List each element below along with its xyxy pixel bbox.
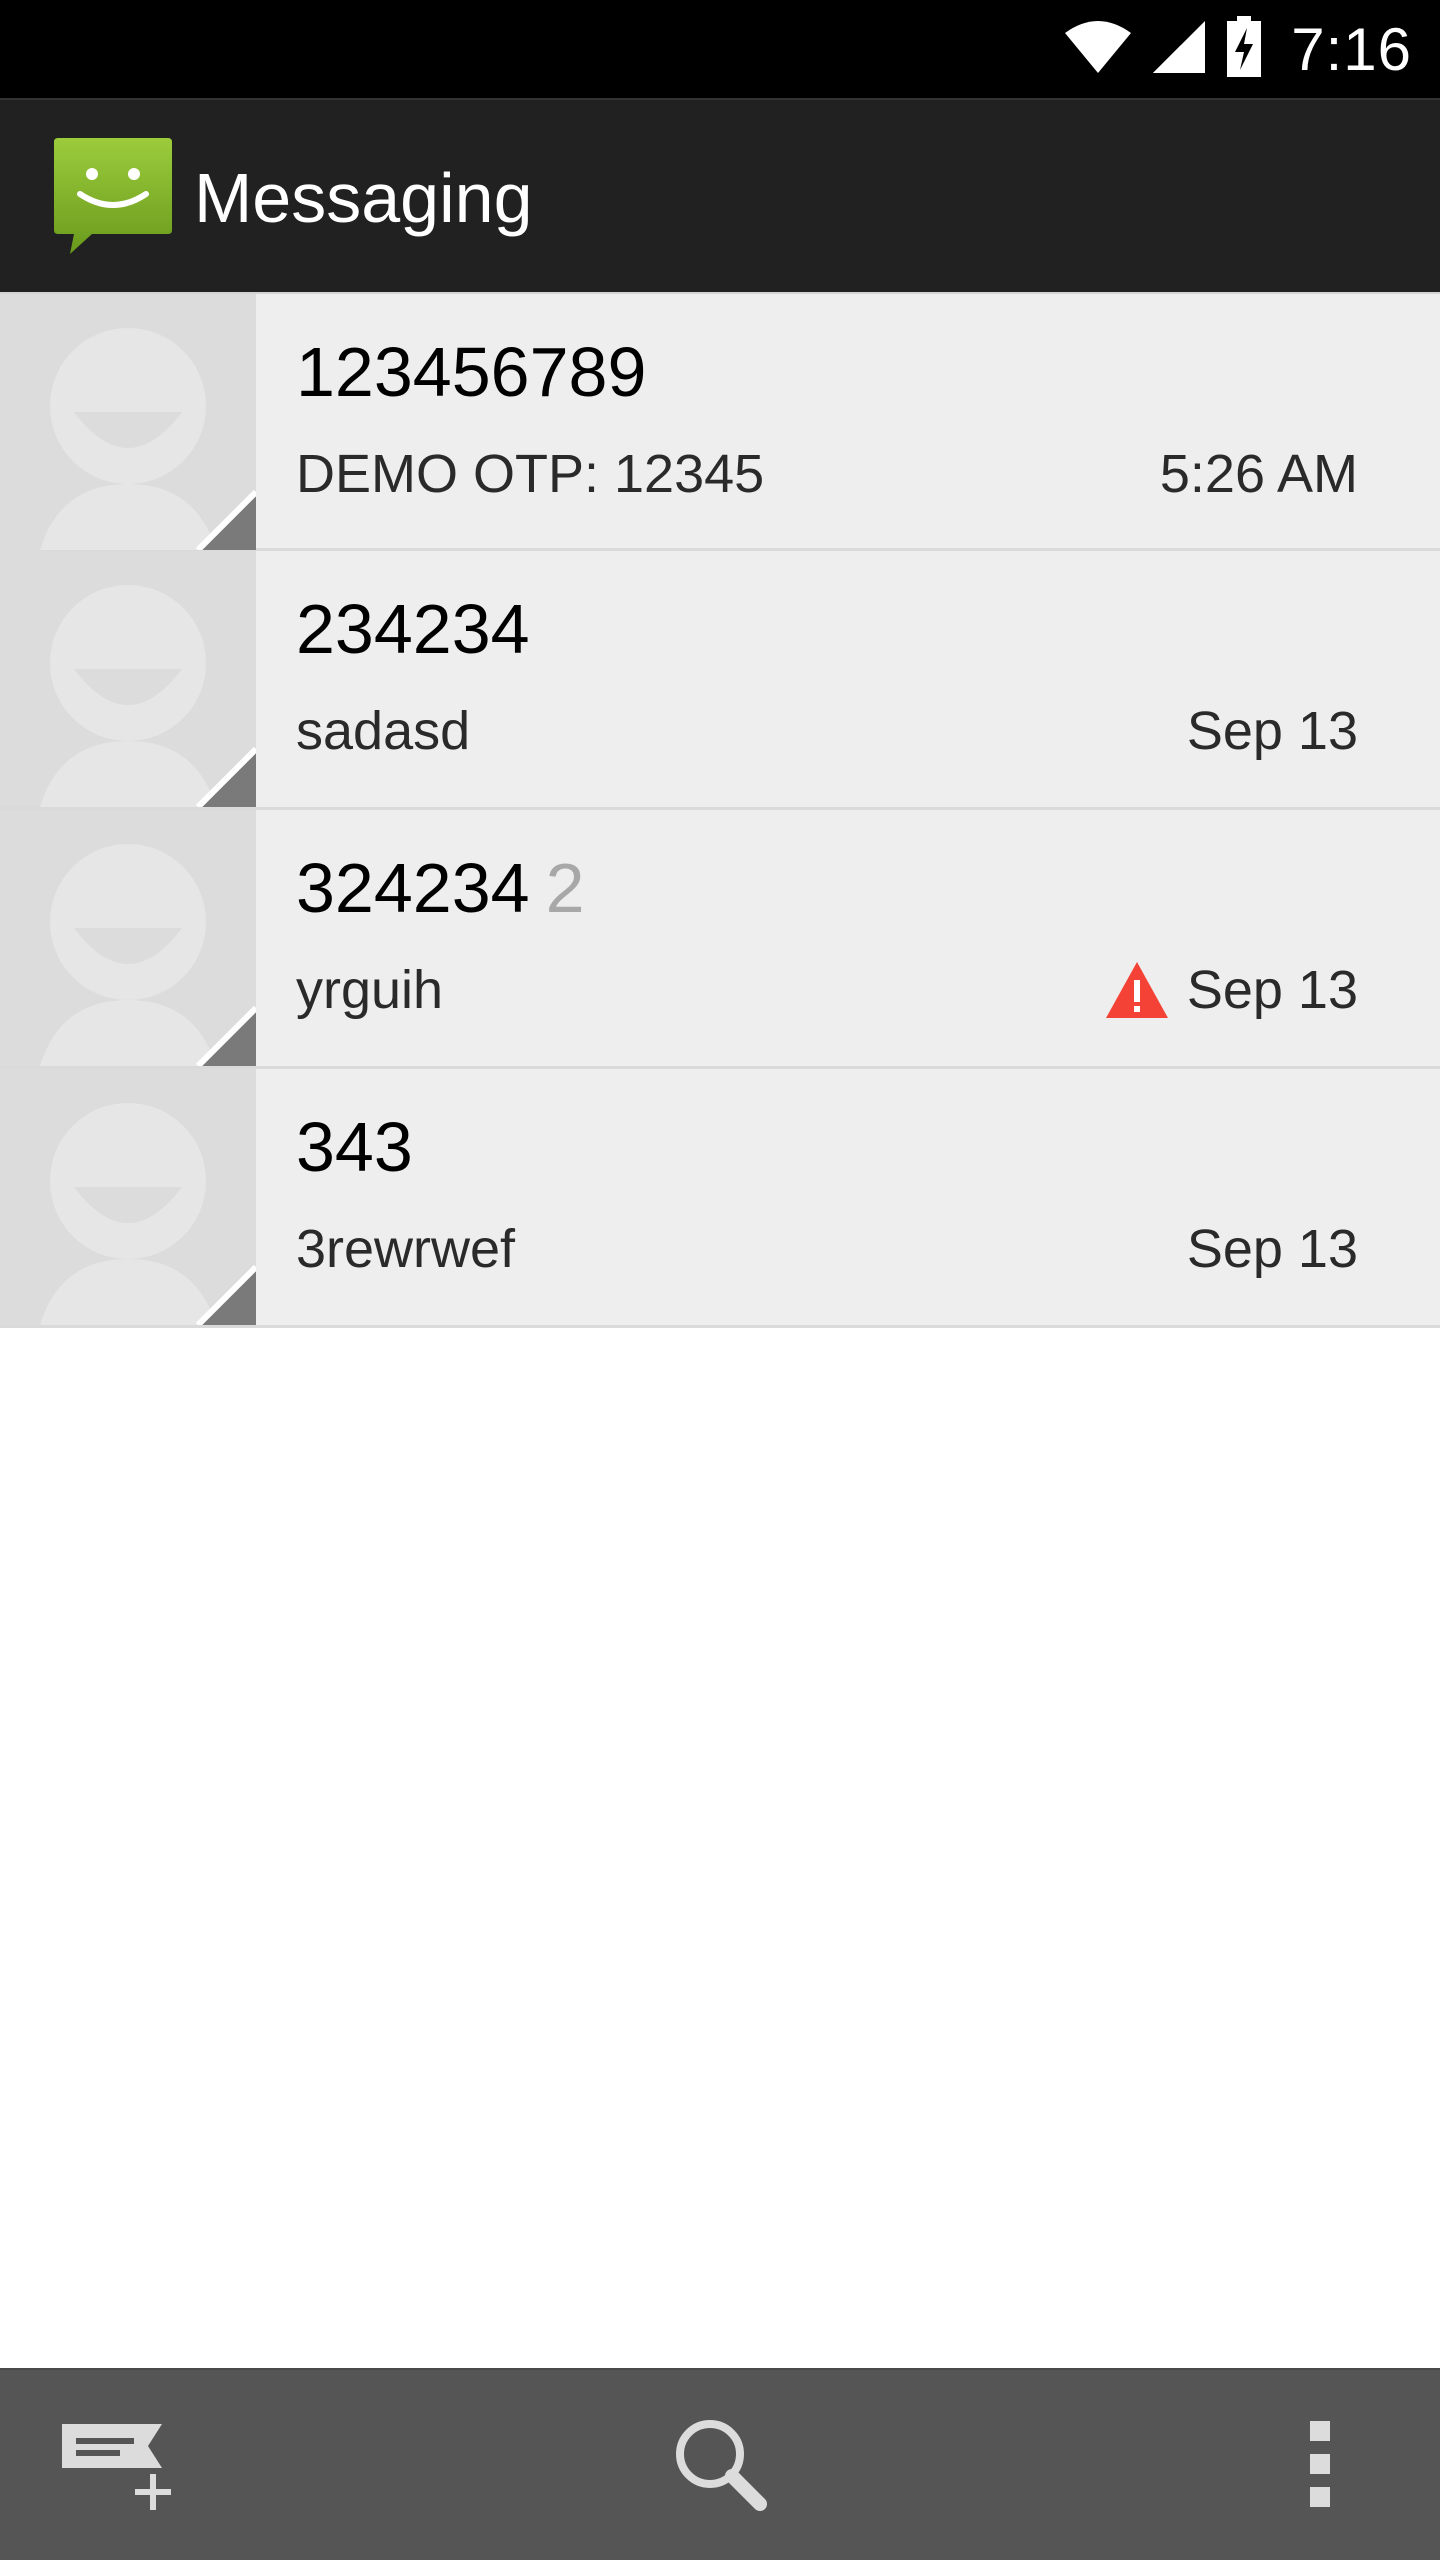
overflow-menu-button[interactable] [1240,2370,1400,2562]
conversation-name: 343 [296,1108,413,1186]
messaging-smiley-icon[interactable] [52,136,174,256]
cell-signal-icon [1151,19,1207,80]
conversation-row[interactable]: 324234 2 yrguih Sep 13 [0,810,1440,1069]
conversation-name: 234234 [296,590,530,668]
bottom-action-bar [0,2368,1440,2560]
conversation-name: 123456789 [296,333,647,411]
app-title: Messaging [194,159,533,237]
conversation-list: 123456789 DEMO OTP: 12345 5:26 AM 234234… [0,292,1440,1328]
conversation-row[interactable]: 123456789 DEMO OTP: 12345 5:26 AM [0,292,1440,551]
conversation-date: Sep 13 [1186,960,1358,1020]
conversation-date: Sep 13 [1186,1219,1358,1279]
contact-avatar[interactable] [0,294,256,550]
battery-charging-icon [1225,15,1263,83]
new-message-icon [58,2414,182,2519]
status-bar: 7:16 [0,0,1440,98]
status-icons: 7:16 [1063,0,1412,98]
conversation-date: Sep 13 [1186,701,1358,761]
conversation-snippet: 3rewrwef [296,1219,516,1279]
conversation-row[interactable]: 343 3rewrwef Sep 13 [0,1069,1440,1328]
status-time: 7:16 [1291,15,1412,83]
search-button[interactable] [640,2370,800,2562]
contact-avatar[interactable] [0,1069,256,1325]
conversation-snippet: sadasd [296,701,471,761]
message-count: 2 [545,849,585,927]
contact-avatar[interactable] [0,551,256,807]
overflow-menu-icon [1305,2419,1335,2514]
new-message-button[interactable] [40,2370,200,2562]
conversation-row[interactable]: 234234 sadasd Sep 13 [0,551,1440,810]
conversation-date: 5:26 AM [1159,444,1358,504]
contact-avatar[interactable] [0,810,256,1066]
action-bar: Messaging [0,98,1440,292]
search-icon [668,2412,772,2521]
error-warning-icon [1104,960,1170,1025]
conversation-name: 324234 2 [296,849,585,927]
conversation-snippet: yrguih [296,960,444,1020]
conversation-snippet: DEMO OTP: 12345 [296,444,765,504]
wifi-icon [1063,19,1133,80]
